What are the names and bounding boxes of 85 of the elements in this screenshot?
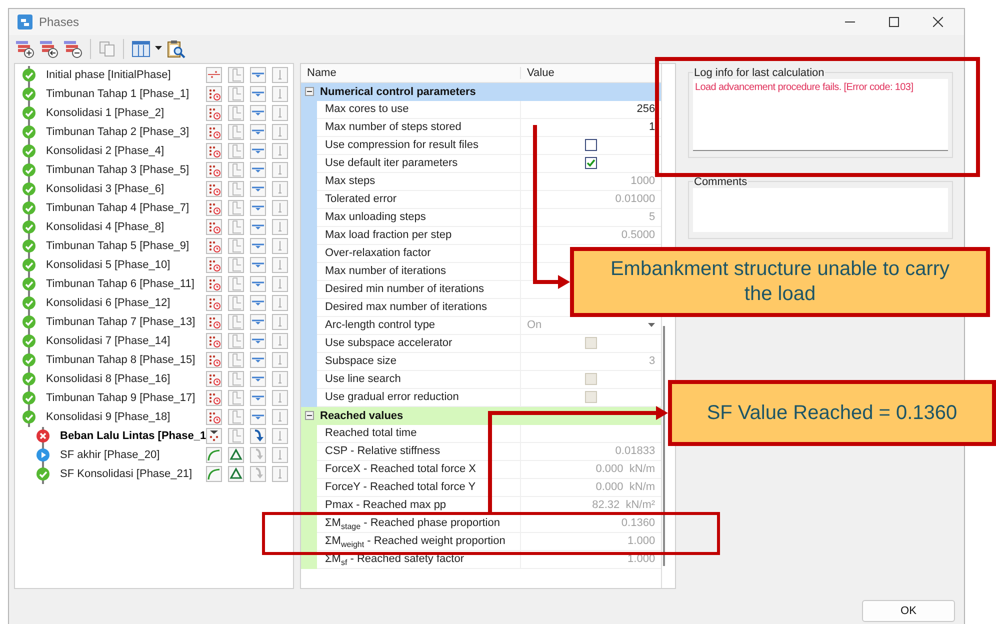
value-text: 3 <box>648 355 656 368</box>
phase-label[interactable]: Timbunan Tahap 9 [Phase_17] <box>40 392 206 404</box>
layers-arrow-icon[interactable] <box>39 40 59 58</box>
maximize-icon[interactable] <box>889 17 899 27</box>
phase-label[interactable]: Konsolidasi 3 [Phase_6] <box>40 183 206 196</box>
phase-label[interactable]: SF Konsolidasi [Phase_21] <box>54 468 206 480</box>
parameter-name: ΣM$_{stage}$ - Reached phase proportion <box>317 514 521 532</box>
caret-icon[interactable] <box>155 46 162 52</box>
value-text: 1000 <box>630 175 656 188</box>
parameter-name: ForceY - Reached total force Y <box>317 478 521 496</box>
group-title: Comments <box>693 176 748 188</box>
parameter-name: Arc-length control type <box>317 316 521 334</box>
phase-label[interactable]: Beban Lalu Lintas [Phase_1 <box>54 430 206 442</box>
value-text: 0.01833 <box>615 445 656 458</box>
parameter-name: Over-relaxation factor <box>317 244 521 262</box>
ok-button[interactable]: OK <box>862 600 955 622</box>
value-text: 0.000 kN/m <box>596 481 656 494</box>
checkbox[interactable] <box>585 157 598 170</box>
parameter-name: ΣM$_{weight}$ - Reached weight proportion <box>317 532 521 550</box>
value-text: 0.000 kN/m <box>596 463 656 476</box>
phase-label[interactable]: Konsolidasi 9 [Phase_18] <box>40 411 206 424</box>
collapse-icon[interactable] <box>305 411 314 420</box>
phase-label[interactable]: Konsolidasi 6 [Phase_12] <box>40 297 206 310</box>
column-header[interactable]: Value <box>521 66 554 79</box>
scrollbar-thumb[interactable] <box>663 326 666 566</box>
layers-minus-icon[interactable] <box>63 40 83 58</box>
value-text: 82.32 kN/m² <box>592 499 656 512</box>
parameter-name: Max load fraction per step <box>317 226 521 244</box>
phase-label[interactable]: Konsolidasi 2 [Phase_4] <box>40 145 206 158</box>
group-label: Reached values <box>320 410 404 422</box>
group-label: Numerical control parameters <box>320 86 476 98</box>
collapse-icon[interactable] <box>305 87 314 96</box>
parameter-name: ForceX - Reached total force X <box>317 460 521 478</box>
phase-label[interactable]: Timbunan Tahap 8 [Phase_15] <box>40 354 206 366</box>
phase-label[interactable]: Timbunan Tahap 7 [Phase_13] <box>40 316 206 328</box>
app-icon <box>17 14 33 30</box>
parameter-name: Use compression for result files <box>317 136 521 154</box>
value-text: 1.000 <box>628 535 656 548</box>
callout-note: Embankment structure unable to carry the load <box>570 247 990 317</box>
phase-label[interactable]: Timbunan Tahap 2 [Phase_3] <box>40 126 206 138</box>
phase-label[interactable]: Konsolidasi 1 [Phase_2] <box>40 107 206 120</box>
phase-label[interactable]: Konsolidasi 5 [Phase_10] <box>40 259 206 272</box>
group-header[interactable]: Numerical control parameters <box>301 82 662 101</box>
parameter-name: Tolerated error <box>317 190 521 208</box>
parameter-name: Max number of iterations <box>317 262 521 280</box>
columns-icon[interactable] <box>131 40 151 58</box>
clipboard-search-icon[interactable] <box>166 38 186 59</box>
log-message: Load advancement procedure fails. [Error code: 103] <box>695 82 914 93</box>
parameter-name: Reached total time <box>317 424 521 442</box>
phase-label[interactable]: Konsolidasi 8 [Phase_16] <box>40 373 206 386</box>
window-title: Phases <box>39 15 80 29</box>
parameter-name: Max cores to use <box>317 100 521 118</box>
value-text: 0.01000 <box>615 193 656 206</box>
callout-note: SF Value Reached = 0.1360 <box>668 380 996 446</box>
phase-label[interactable]: Konsolidasi 7 [Phase_14] <box>40 335 206 348</box>
phase-label[interactable]: Timbunan Tahap 1 [Phase_1] <box>40 88 206 100</box>
parameter-name: Max unloading steps <box>317 208 521 226</box>
parameter-name: Use line search <box>317 370 521 388</box>
layers-plus-icon[interactable] <box>15 40 35 58</box>
phase-label[interactable]: Konsolidasi 4 [Phase_8] <box>40 221 206 234</box>
value-text: 0.1360 <box>621 517 656 530</box>
checkbox[interactable] <box>585 139 598 152</box>
parameter-name: Pmax - Reached max pp <box>317 496 521 514</box>
value-text: 256 <box>636 103 656 116</box>
parameter-name: Max steps <box>317 172 521 190</box>
value-text: 1 <box>648 121 656 134</box>
close-icon[interactable] <box>933 17 943 27</box>
group-title: Log info for last calculation <box>693 66 826 79</box>
parameter-name: Desired max number of iterations <box>317 298 521 316</box>
parameter-name: Use default iter parameters <box>317 154 521 172</box>
parameter-name: Use subspace accelerator <box>317 334 521 352</box>
value-text: 5 <box>648 211 656 224</box>
phase-label[interactable]: SF akhir [Phase_20] <box>54 449 206 462</box>
parameter-name: CSP - Relative stiffness <box>317 442 521 460</box>
column-header[interactable]: Name <box>301 66 521 79</box>
phase-label[interactable]: Timbunan Tahap 5 [Phase_9] <box>40 240 206 252</box>
parameter-name: Use gradual error reduction <box>317 388 521 406</box>
parameter-name: Subspace size <box>317 352 521 370</box>
phase-label[interactable]: Timbunan Tahap 3 [Phase_5] <box>40 164 206 176</box>
parameter-name: Max number of steps stored <box>317 118 521 136</box>
phase-label[interactable]: Timbunan Tahap 6 [Phase_11] <box>40 278 206 290</box>
parameter-name: Desired min number of iterations <box>317 280 521 298</box>
phase-label[interactable]: Timbunan Tahap 4 [Phase_7] <box>40 202 206 214</box>
value-text: 0.5000 <box>621 229 656 242</box>
phase-label[interactable]: Initial phase [InitialPhase] <box>40 69 206 82</box>
